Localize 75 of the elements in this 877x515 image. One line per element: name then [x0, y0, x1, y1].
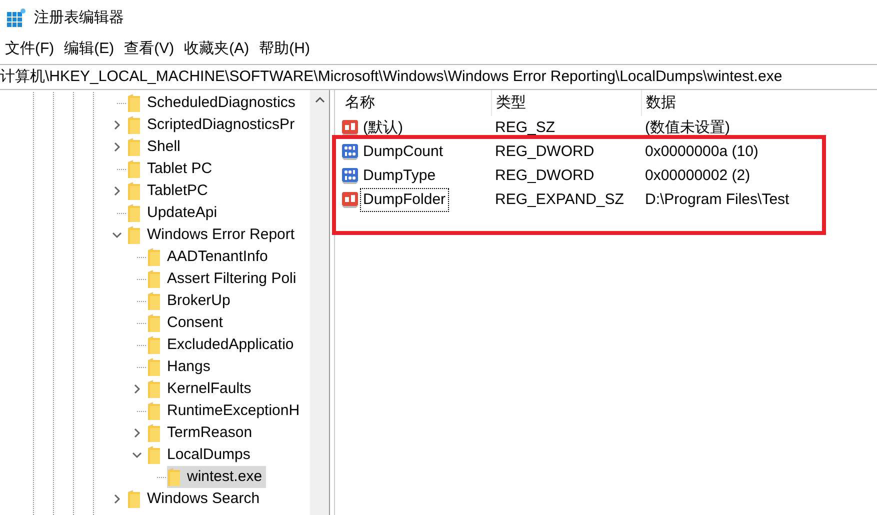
- folder-icon: [147, 446, 161, 464]
- tree-item[interactable]: Windows Error Report: [127, 224, 299, 246]
- string-value-icon: [341, 191, 359, 209]
- folder-icon: [127, 138, 141, 156]
- chevron-right-icon[interactable]: [112, 142, 122, 152]
- table-cell-text: REG_DWORD: [494, 142, 596, 162]
- chevron-down-icon[interactable]: [132, 450, 142, 460]
- binary-value-icon: [341, 143, 359, 161]
- folder-icon: [147, 424, 161, 442]
- tree-item[interactable]: LocalDumps: [147, 444, 254, 466]
- tree-item[interactable]: TabletPC: [127, 180, 212, 202]
- tree-item[interactable]: Assert Filtering Poli: [147, 268, 300, 290]
- table-cell-text: D:\Program Files\Test: [644, 190, 790, 210]
- tree-item[interactable]: ScheduledDiagnostics: [127, 92, 300, 114]
- value-name[interactable]: (默认): [361, 116, 405, 140]
- folder-icon: [127, 182, 141, 200]
- folder-icon: [127, 226, 141, 244]
- folder-icon: [127, 116, 141, 134]
- chevron-right-icon[interactable]: [112, 120, 122, 130]
- value-name[interactable]: DumpCount: [361, 140, 446, 164]
- tree-item[interactable]: ScriptedDiagnosticsPr: [127, 114, 299, 136]
- address-bar[interactable]: 计算机\HKEY_LOCAL_MACHINE\SOFTWARE\Microsoft\Windows\Windows Error Reporting\LocalDumps\wintest.exe: [0, 66, 782, 88]
- table-cell-text: REG_SZ: [494, 118, 556, 138]
- column-header[interactable]: 类型: [491, 90, 641, 116]
- tree-item[interactable]: KernelFaults: [147, 378, 256, 400]
- folder-icon: [127, 204, 141, 222]
- folder-icon: [167, 468, 181, 486]
- tree-item[interactable]: RuntimeExceptionH: [147, 400, 304, 422]
- value-name[interactable]: DumpType: [361, 164, 438, 188]
- tree-item[interactable]: Consent: [147, 312, 227, 334]
- scroll-up-icon[interactable]: [314, 96, 324, 104]
- folder-icon: [127, 94, 141, 112]
- folder-icon: [147, 314, 161, 332]
- column-header[interactable]: 名称: [341, 90, 491, 116]
- folder-icon: [147, 402, 161, 420]
- tree-item[interactable]: UpdateApi: [127, 202, 222, 224]
- table-cell-text: REG_EXPAND_SZ: [494, 190, 625, 210]
- window-title: 注册表编辑器: [34, 8, 124, 28]
- folder-icon: [147, 336, 161, 354]
- menu-item[interactable]: 文件(F): [0, 36, 60, 62]
- tree-item[interactable]: Tablet PC: [127, 158, 216, 180]
- menu-item[interactable]: 查看(V): [119, 36, 180, 62]
- menu-item[interactable]: 收藏夹(A): [179, 36, 254, 62]
- folder-icon: [147, 292, 161, 310]
- binary-value-icon: [341, 167, 359, 185]
- scrollbar[interactable]: [310, 90, 330, 515]
- tree-item[interactable]: Hangs: [147, 356, 214, 378]
- tree-item[interactable]: BrokerUp: [147, 290, 234, 312]
- table-cell-text: 0x0000000a (10): [644, 142, 760, 162]
- folder-icon: [147, 270, 161, 288]
- folder-icon: [147, 248, 161, 266]
- string-value-icon: [341, 119, 359, 137]
- menu-item[interactable]: 帮助(H): [254, 36, 315, 62]
- chevron-right-icon[interactable]: [112, 494, 122, 504]
- tree-item[interactable]: Windows Search: [127, 488, 264, 510]
- table-cell-text: (数值未设置): [644, 118, 731, 138]
- folder-icon: [127, 160, 141, 178]
- tree-item[interactable]: wintest.exe: [167, 466, 266, 488]
- menu-item[interactable]: 编辑(E): [59, 36, 120, 62]
- folder-icon: [147, 380, 161, 398]
- tree-item[interactable]: TermReason: [147, 422, 256, 444]
- chevron-right-icon[interactable]: [112, 186, 122, 196]
- column-header[interactable]: 数据: [641, 90, 877, 116]
- tree-item[interactable]: ExcludedApplicatio: [147, 334, 298, 356]
- chevron-right-icon[interactable]: [132, 384, 142, 394]
- folder-icon: [127, 490, 141, 508]
- folder-icon: [147, 358, 161, 376]
- chevron-down-icon[interactable]: [112, 230, 122, 240]
- value-name[interactable]: DumpFolder: [361, 188, 448, 212]
- chevron-right-icon[interactable]: [132, 428, 142, 438]
- table-cell-text: 0x00000002 (2): [644, 166, 752, 186]
- tree-item[interactable]: AADTenantInfo: [147, 246, 272, 268]
- registry-app-icon: [6, 8, 26, 28]
- tree-item[interactable]: Shell: [127, 136, 184, 158]
- table-cell-text: REG_DWORD: [494, 166, 596, 186]
